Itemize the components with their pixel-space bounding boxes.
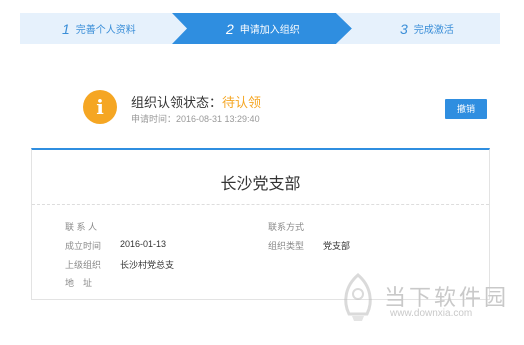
info-icon: i	[83, 90, 117, 124]
step-3-number: 3	[400, 20, 408, 37]
step-3[interactable]: 3 完成激活	[400, 13, 454, 44]
progress-stepper: 1 完善个人资料 2 申请加入组织 3 完成激活	[20, 13, 500, 44]
apply-time: 申请时间：2016-08-31 13:29:40	[131, 114, 260, 124]
watermark-url: www.downxia.com	[390, 308, 473, 319]
organization-name: 长沙党支部	[220, 176, 301, 193]
organization-card: 长沙党支部 联 系 人 成立时间 2016-01-13 上级组织 长沙村党总支 …	[31, 148, 490, 300]
step-2-label: 申请加入组织	[239, 25, 300, 36]
downxia-logo-icon	[344, 273, 372, 321]
step-1-number: 1	[62, 20, 70, 37]
step-2-number: 2	[226, 20, 234, 37]
established-date-label: 成立时间	[65, 241, 102, 251]
contact-person-label: 联 系 人	[65, 222, 98, 232]
step-3-label: 完成激活	[413, 25, 454, 36]
parent-org-value: 长沙村党总支	[120, 260, 175, 270]
org-type-label: 组织类型	[268, 241, 305, 251]
parent-org-label: 上级组织	[65, 260, 102, 270]
page: 1 完善个人资料 2 申请加入组织 3 完成激活 i 组织认领状态：待认领 申请…	[0, 0, 524, 345]
step-2[interactable]: 2 申请加入组织	[226, 13, 300, 44]
established-date-value: 2016-01-13	[120, 239, 167, 249]
claim-status: 组织认领状态：待认领	[131, 92, 261, 111]
org-type-value: 党支部	[323, 241, 351, 251]
address-label: 地 址	[65, 278, 93, 288]
step-1-label: 完善个人资料	[75, 25, 136, 36]
card-divider	[32, 204, 489, 205]
contact-method-label: 联系方式	[268, 222, 305, 232]
step-1[interactable]: 1 完善个人资料	[62, 13, 136, 44]
claim-status-label: 组织认领状态：	[131, 95, 223, 110]
claim-status-value: 待认领	[222, 95, 262, 110]
revoke-button[interactable]: 撤销	[445, 99, 487, 119]
